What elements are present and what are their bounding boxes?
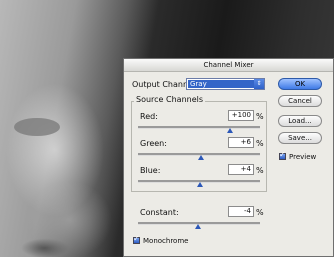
constant-input[interactable]: -4 — [228, 206, 254, 217]
constant-slider-thumb[interactable] — [194, 224, 201, 229]
red-slider-track[interactable] — [138, 126, 260, 129]
output-channel-value: Gray — [188, 80, 255, 88]
red-input[interactable]: +100 — [228, 110, 254, 121]
green-input[interactable]: +6 — [228, 137, 254, 148]
monochrome-checkbox[interactable] — [133, 234, 140, 244]
red-percent: % — [256, 112, 264, 121]
constant-percent: % — [256, 208, 264, 217]
red-slider-thumb[interactable] — [226, 128, 233, 133]
chevron-updown-icon[interactable]: ⇕ — [254, 79, 264, 89]
channel-mixer-dialog: Channel Mixer Output Channel: Gray ⇕ Sou… — [123, 58, 334, 257]
monochrome-label: Monochrome — [143, 237, 189, 245]
load-button[interactable]: Load... — [278, 115, 322, 127]
preview-label: Preview — [289, 153, 317, 161]
green-label: Green: — [140, 139, 167, 148]
red-label: Red: — [140, 112, 158, 121]
dialog-title: Channel Mixer — [124, 59, 333, 72]
constant-label: Constant: — [140, 208, 179, 217]
green-percent: % — [256, 139, 264, 148]
photo-lips — [14, 118, 60, 136]
cancel-button[interactable]: Cancel — [278, 95, 322, 107]
save-button[interactable]: Save... — [278, 132, 322, 144]
blue-percent: % — [256, 166, 264, 175]
ok-button[interactable]: OK — [278, 78, 322, 90]
preview-checkbox[interactable] — [279, 150, 286, 160]
output-channel-select[interactable]: Gray ⇕ — [186, 78, 265, 90]
blue-label: Blue: — [140, 166, 161, 175]
source-channels-label: Source Channels — [134, 95, 206, 104]
blue-slider-thumb[interactable] — [197, 182, 204, 187]
blue-input[interactable]: +4 — [228, 164, 254, 175]
green-slider-thumb[interactable] — [197, 155, 204, 160]
